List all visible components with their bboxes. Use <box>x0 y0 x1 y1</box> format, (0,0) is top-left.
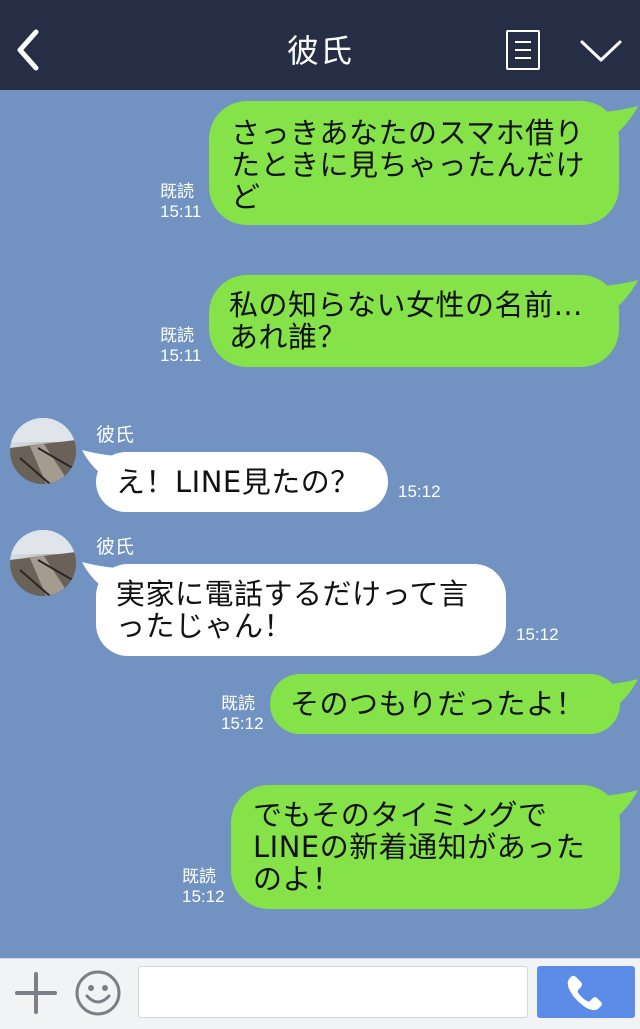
bubble-tail <box>604 280 638 310</box>
bubble-tail <box>604 106 638 136</box>
chat-header: 彼氏 <box>0 0 640 90</box>
bubble-tail <box>604 790 638 820</box>
avatar[interactable] <box>10 530 76 596</box>
message-time: 15:12 <box>516 625 559 644</box>
message-bubble-theirs[interactable]: 実家に電話するだけって言ったじゃん！ <box>96 564 506 656</box>
message-bubble-mine[interactable]: でもそのタイミングでLINEの新着通知があったのよ！ <box>231 785 620 909</box>
attach-button[interactable] <box>14 971 58 1015</box>
message-time: 15:12 <box>398 482 441 501</box>
read-receipt: 既読 15:12 <box>182 867 225 906</box>
sender-name: 彼氏 <box>96 536 135 558</box>
menu-button[interactable] <box>506 30 540 70</box>
avatar-photo <box>10 418 76 484</box>
sender-name: 彼氏 <box>96 424 135 446</box>
read-receipt: 既読 15:11 <box>160 326 202 365</box>
read-receipt: 既読 15:12 <box>221 694 264 733</box>
read-receipt: 既読 15:11 <box>160 182 202 221</box>
chevron-down-icon <box>580 40 622 62</box>
message-bubble-mine[interactable]: 私の知らない女性の名前…あれ誰？ <box>209 275 619 367</box>
message-bubble-mine[interactable]: さっきあなたのスマホ借りたときに見ちゃったんだけど <box>209 101 619 225</box>
collapse-button[interactable] <box>578 36 624 66</box>
emoji-icon <box>75 970 121 1016</box>
message-list[interactable]: 既読 15:11 さっきあなたのスマホ借りたときに見ちゃったんだけど 既読 15… <box>0 90 640 958</box>
message-input[interactable] <box>138 966 528 1018</box>
message-input-bar <box>0 958 640 1029</box>
avatar[interactable] <box>10 418 76 484</box>
avatar-photo <box>10 530 76 596</box>
message-bubble-mine[interactable]: そのつもりだったよ！ <box>270 674 620 734</box>
emoji-button[interactable] <box>74 969 122 1017</box>
bubble-tail <box>604 679 638 709</box>
plus-icon <box>15 972 57 1014</box>
phone-icon <box>567 975 602 1011</box>
call-button[interactable] <box>537 966 635 1018</box>
chat-title: 彼氏 <box>286 32 353 70</box>
message-bubble-theirs[interactable]: え！LINE見たの？ <box>96 452 388 512</box>
